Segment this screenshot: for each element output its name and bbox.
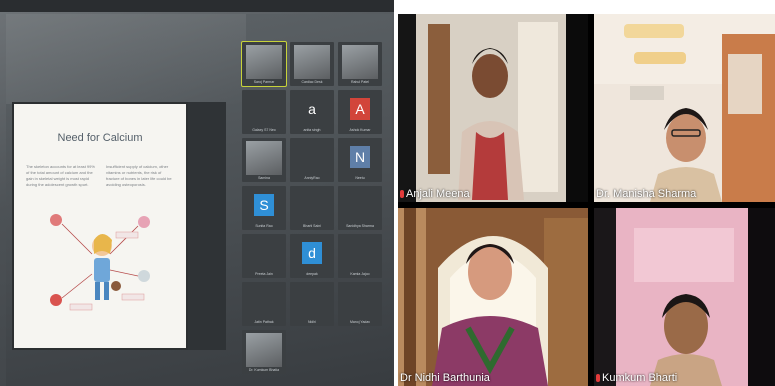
- video-tile-kumkum-bharti[interactable]: Kumkum Bharti: [594, 208, 775, 386]
- screen-glare: [6, 14, 246, 104]
- participant-name: Rahul Patel: [350, 80, 370, 84]
- participant-name: Jatin Pathak: [254, 320, 274, 324]
- participant-name: Cardiac Desk: [301, 80, 323, 84]
- participant-tile[interactable]: Manoj Yadav: [338, 282, 382, 326]
- child-body-shape: [94, 258, 110, 282]
- label-box-1: [115, 231, 139, 239]
- presenter-toolbar: [188, 102, 226, 350]
- child-leg-right-shape: [104, 282, 109, 300]
- participant-tile[interactable]: N Neetu: [338, 138, 382, 182]
- participant-grid: Saroj Parmar Cardiac Desk Rahul Patel Galax…: [241, 41, 392, 386]
- participant-avatar: A: [350, 98, 370, 120]
- participant-tile[interactable]: Saroj Parmar: [241, 41, 287, 87]
- video-tile-anjali-meena[interactable]: Anjali Meena: [398, 14, 588, 202]
- slide-illustration: [50, 214, 150, 311]
- milk-icon: [50, 214, 62, 226]
- participant-avatar: S: [254, 194, 274, 216]
- child-hair-shape: [94, 234, 112, 254]
- child-leg-left-shape: [95, 282, 100, 300]
- participant-name: deepak: [306, 272, 318, 276]
- participant-photo: [246, 45, 282, 79]
- participant-name-label: Dr Nidhi Barthunia: [400, 372, 490, 384]
- participant-tile[interactable]: Galaxy S7 Neo: [242, 90, 286, 134]
- participant-name: Kamla Jajoo: [350, 272, 370, 276]
- video-tile-manisha-sharma[interactable]: Dr. Manisha Sharma: [594, 14, 775, 202]
- participant-photo: [294, 45, 330, 79]
- person-head-shape: [472, 54, 508, 98]
- participant-name: Sunita Rao: [255, 224, 273, 228]
- teddy-bear-shape: [111, 281, 121, 291]
- participant-name-label: Anjali Meena: [406, 188, 470, 200]
- slide-title: Need for Calcium: [57, 132, 143, 144]
- mic-muted-icon: [400, 190, 404, 198]
- label-box-2: [69, 303, 93, 311]
- slide-text-left: The skeleton accounts for at least 99% o…: [26, 164, 95, 187]
- participant-tile[interactable]: a anita singh: [290, 90, 334, 134]
- participant-tile[interactable]: Kamla Jajoo: [338, 234, 382, 278]
- participant-tile[interactable]: A Ashok Kumar: [338, 90, 382, 134]
- slide-text-right: Insufficient supply of calcium, other vi…: [106, 164, 172, 187]
- screenshot-root: Need for Calcium The skeleton accounts f…: [0, 0, 775, 386]
- participant-photo: [246, 141, 282, 175]
- participant-name: AnniyRao: [304, 176, 320, 180]
- video-tile-nidhi-barthunia[interactable]: Dr Nidhi Barthunia: [398, 208, 588, 386]
- participant-name: Saroj Parmar: [253, 80, 275, 84]
- participant-avatar: N: [350, 146, 370, 168]
- participant-name: Dr. Kumkum Bhatia: [248, 368, 280, 372]
- participant-tile[interactable]: Samina: [242, 138, 286, 182]
- participant-name: Sanidhya Sharma: [346, 224, 374, 228]
- participant-name: Samina: [258, 176, 270, 180]
- mic-muted-icon: [596, 374, 600, 382]
- participant-photo: [246, 333, 282, 367]
- video-grid: Anjali Meena Dr. Manisha Sharma Dr Nidhi…: [398, 14, 775, 386]
- participant-name: Galaxy S7 Neo: [252, 128, 276, 132]
- video-feed-2: [594, 14, 775, 202]
- person-head-shape: [666, 114, 706, 162]
- participant-name: Nidhi: [308, 320, 316, 324]
- participant-photo: [342, 45, 378, 79]
- participant-name-label: Dr. Manisha Sharma: [596, 188, 697, 200]
- video-feed-1: [398, 14, 588, 202]
- participant-tile[interactable]: Jatin Pathak: [242, 282, 286, 326]
- nuts-icon: [138, 270, 150, 282]
- participant-tile[interactable]: Cardiac Desk: [290, 42, 334, 86]
- participant-tile[interactable]: Rahul Patel: [338, 42, 382, 86]
- monitor-bezel: [0, 0, 394, 12]
- participant-name-label: Kumkum Bharti: [602, 372, 678, 384]
- participant-name: Preeta Jain: [255, 272, 273, 276]
- participant-avatar: d: [302, 242, 322, 264]
- monitor-photo: Need for Calcium The skeleton accounts f…: [0, 0, 394, 386]
- participant-tile[interactable]: Dr. Kumkum Bhatia: [242, 330, 286, 374]
- participant-name: Manoj Yadav: [349, 320, 371, 324]
- participant-name: Ashok Kumar: [349, 128, 371, 132]
- monitor-screen: Need for Calcium The skeleton accounts f…: [6, 14, 392, 386]
- shrimp-icon: [50, 294, 62, 306]
- cheese-icon: [138, 216, 150, 228]
- participant-avatar: a: [302, 98, 322, 120]
- shared-slide: Need for Calcium The skeleton accounts f…: [12, 102, 188, 350]
- participant-tile[interactable]: Bharti Saini: [290, 186, 334, 230]
- participant-tile[interactable]: Nidhi: [290, 282, 334, 326]
- video-feed-3: [398, 208, 588, 386]
- participant-tile[interactable]: S Sunita Rao: [242, 186, 286, 230]
- participant-tile[interactable]: Preeta Jain: [242, 234, 286, 278]
- participant-name: Neetu: [355, 176, 365, 180]
- participant-name: anita singh: [303, 128, 321, 132]
- video-feed-4: [594, 208, 775, 386]
- participant-name: Bharti Saini: [303, 224, 321, 228]
- label-box-3: [121, 293, 145, 301]
- participant-tile[interactable]: AnniyRao: [290, 138, 334, 182]
- participant-tile[interactable]: Sanidhya Sharma: [338, 186, 382, 230]
- participant-tile[interactable]: d deepak: [290, 234, 334, 278]
